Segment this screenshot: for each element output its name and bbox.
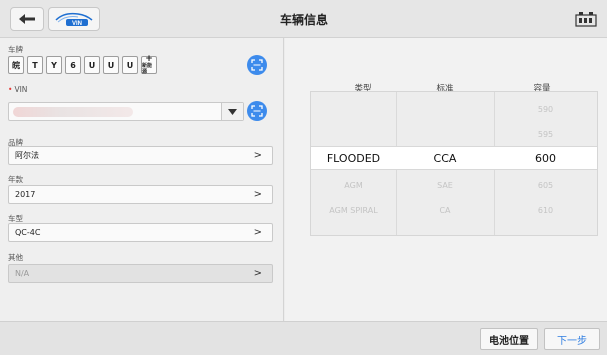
year-select[interactable]: 2017 > — [8, 185, 273, 204]
page-title: 车辆信息 — [280, 13, 329, 27]
scan-icon — [251, 59, 263, 71]
chevron-right-icon: > — [253, 150, 262, 161]
vehicle-form: 车牌 皖 T Y 6 U U U + 新能源 • VIN 品牌 阿尔法 > 年款… — [0, 38, 284, 321]
plate-key-4[interactable]: U — [84, 56, 100, 74]
picker-capacity: 595 — [537, 129, 554, 139]
plate-keys: 皖 T Y 6 U U U + 新能源 — [8, 54, 157, 75]
new-energy-label: 新能源 — [142, 63, 153, 75]
other-label: 其他 — [8, 253, 23, 262]
picker-standard: CA — [439, 205, 451, 215]
top-bar: VIN 车辆信息 — [0, 0, 607, 38]
bottom-bar: 电池位置 下一步 — [0, 321, 607, 355]
picker-standard: CCA — [433, 151, 457, 165]
brand-value: 阿尔法 — [15, 151, 39, 160]
plate-key-province[interactable]: 皖 — [8, 56, 24, 74]
plate-label: 车牌 — [8, 45, 23, 54]
triangle-down-icon — [228, 108, 237, 115]
battery-position-button[interactable]: 电池位置 — [480, 328, 538, 350]
chevron-right-icon: > — [253, 189, 262, 200]
picker-row[interactable]: 590 — [311, 97, 597, 121]
vin-logo-button[interactable]: VIN — [48, 7, 100, 31]
chevron-right-icon: > — [253, 268, 262, 279]
battery-picker-wheel[interactable]: 590 595 FLOODED CCA 600 AGM SAE 605 AGM … — [310, 91, 598, 236]
vin-dropdown-button[interactable] — [221, 103, 243, 120]
vin-label: • VIN — [8, 85, 28, 94]
model-value: QC-4C — [15, 228, 41, 237]
picker-row[interactable]: 595 — [311, 122, 597, 146]
plate-key-new-energy[interactable]: + 新能源 — [141, 54, 157, 75]
battery-picker-panel: 类型 标准 容量 590 595 FLOODED CCA 600 AGM SAE… — [285, 38, 607, 321]
vin-logo-icon: VIN — [55, 12, 93, 27]
picker-capacity: 605 — [537, 180, 554, 190]
scan-icon — [251, 105, 263, 117]
year-value: 2017 — [15, 190, 36, 199]
other-select[interactable]: N/A > — [8, 264, 273, 283]
picker-standard: SAE — [437, 180, 453, 190]
model-select[interactable]: QC-4C > — [8, 223, 273, 242]
picker-row-selected[interactable]: FLOODED CCA 600 — [311, 146, 597, 170]
plus-icon: + — [145, 54, 153, 64]
plate-scan-button[interactable] — [247, 55, 267, 75]
next-button[interactable]: 下一步 — [544, 328, 600, 350]
battery-tray-icon[interactable] — [575, 11, 597, 27]
picker-type: AGM — [344, 180, 363, 190]
vin-value-blurred — [13, 107, 133, 117]
vin-scan-button[interactable] — [247, 101, 267, 121]
picker-type: FLOODED — [326, 151, 381, 165]
arrow-left-icon — [19, 14, 35, 24]
plate-key-3[interactable]: 6 — [65, 56, 81, 74]
plate-key-1[interactable]: T — [27, 56, 43, 74]
picker-capacity: 590 — [537, 104, 554, 114]
chevron-right-icon: > — [253, 227, 262, 238]
picker-row[interactable]: AGM SPIRAL CA 610 — [311, 198, 597, 222]
back-button[interactable] — [10, 7, 44, 31]
picker-row[interactable]: AGM SAE 605 — [311, 173, 597, 197]
brand-select[interactable]: 阿尔法 > — [8, 146, 273, 165]
plate-key-5[interactable]: U — [103, 56, 119, 74]
other-value: N/A — [15, 269, 30, 278]
picker-capacity: 610 — [537, 205, 554, 215]
plate-key-2[interactable]: Y — [46, 56, 62, 74]
picker-type: AGM SPIRAL — [329, 205, 378, 215]
vin-input[interactable] — [8, 102, 244, 121]
vin-logo-text: VIN — [72, 21, 82, 27]
plate-key-6[interactable]: U — [122, 56, 138, 74]
year-label: 年款 — [8, 175, 23, 184]
required-marker: • — [8, 85, 13, 94]
picker-capacity: 600 — [535, 151, 556, 165]
